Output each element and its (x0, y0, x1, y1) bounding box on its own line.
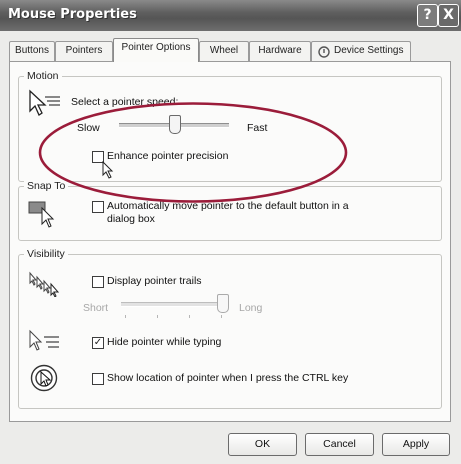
motion-group: Motion Select a pointer speed: Slow Fast… (18, 70, 442, 182)
hide-pointer-label: Hide pointer while typing (107, 336, 222, 348)
trail-slider-tick (157, 315, 158, 318)
pointer-trails-icon (29, 271, 60, 297)
pointer-speed-icon (29, 89, 60, 116)
device-settings-icon (318, 46, 330, 58)
tab-wheel[interactable]: Wheel (199, 41, 249, 61)
show-location-checkbox[interactable] (92, 373, 104, 385)
help-button[interactable]: ? (417, 4, 438, 27)
tab-pointer-options[interactable]: Pointer Options (113, 38, 199, 62)
show-location-icon (30, 364, 58, 392)
pointer-speed-slider[interactable] (119, 115, 231, 139)
pointer-trails-checkbox[interactable] (92, 276, 104, 288)
long-label: Long (239, 302, 263, 314)
speed-slider-thumb[interactable] (169, 115, 181, 134)
trail-slider-thumb[interactable] (217, 294, 229, 313)
trail-slider-tick (125, 315, 126, 318)
trail-length-slider[interactable] (121, 294, 229, 320)
pointer-trails-label: Display pointer trails (107, 275, 202, 287)
tab-pointers[interactable]: Pointers (55, 41, 113, 61)
trail-slider-tick (189, 315, 190, 318)
snap-to-label: Automatically move pointer to the defaul… (107, 200, 349, 212)
tab-device-settings[interactable]: Device Settings (311, 41, 411, 61)
visibility-legend: Visibility (24, 248, 68, 260)
ok-button[interactable]: OK (228, 433, 297, 456)
tab-buttons[interactable]: Buttons (9, 41, 55, 61)
apply-button[interactable]: Apply (382, 433, 450, 456)
snap-to-group: Snap To Automatically move pointer to th… (18, 180, 442, 241)
cancel-button[interactable]: Cancel (305, 433, 374, 456)
show-location-label: Show location of pointer when I press th… (107, 372, 349, 384)
hide-pointer-icon (29, 329, 59, 351)
trail-slider-tick (221, 315, 222, 318)
snap-to-icon (28, 201, 55, 228)
window-title: Mouse Properties (8, 7, 137, 22)
mouse-cursor-icon (102, 161, 114, 179)
close-button[interactable]: X (438, 4, 459, 27)
trail-slider-track (121, 302, 227, 307)
snap-to-legend: Snap To (24, 180, 69, 192)
mouse-properties-dialog: Mouse Properties ? X Buttons Pointers Po… (0, 0, 461, 464)
tab-device-settings-label: Device Settings (334, 45, 404, 56)
fast-label: Fast (247, 122, 268, 134)
short-label: Short (83, 302, 109, 314)
visibility-group: Visibility Display pointer trails Short … (18, 248, 442, 409)
enhance-precision-label: Enhance pointer precision (107, 150, 229, 162)
motion-legend: Motion (24, 70, 62, 82)
speed-prompt-label: Select a pointer speed: (71, 96, 179, 108)
hide-pointer-checkbox[interactable]: ✓ (92, 337, 104, 349)
snap-to-label-line-2: dialog box (107, 213, 155, 225)
title-bar[interactable]: Mouse Properties ? X (0, 0, 461, 31)
tab-hardware[interactable]: Hardware (249, 41, 311, 61)
slow-label: Slow (77, 122, 100, 134)
pointer-options-panel: Motion Select a pointer speed: Slow Fast… (9, 61, 451, 422)
snap-to-checkbox[interactable] (92, 201, 104, 213)
